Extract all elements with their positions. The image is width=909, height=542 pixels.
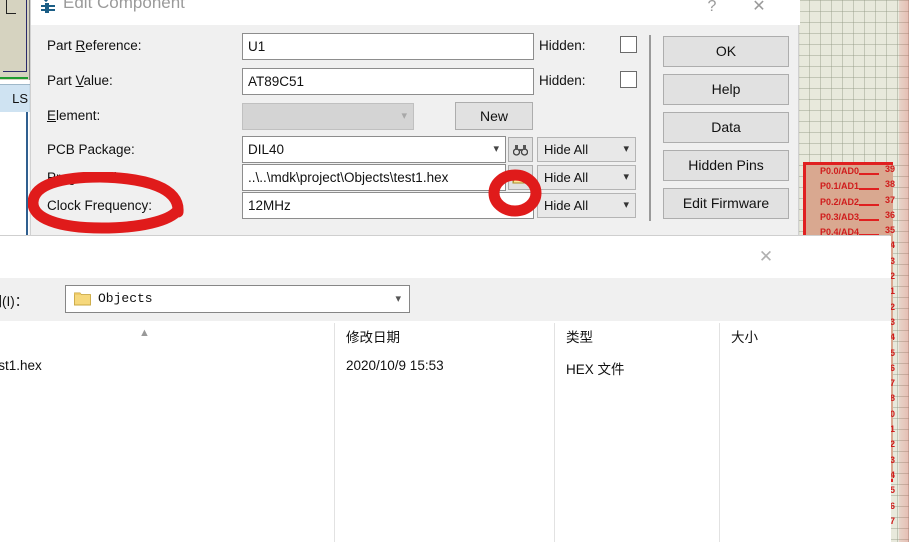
pin-number: 38: [884, 179, 895, 190]
edit-firmware-button[interactable]: Edit Firmware: [663, 188, 789, 219]
pin-number: 39: [884, 164, 895, 174]
part-reference-input[interactable]: U1: [242, 33, 534, 60]
file-row-modified: 2020/10/9 15:53: [346, 358, 444, 373]
pin-name: P0.2/AD2: [819, 196, 859, 207]
open-folder-icon: [512, 173, 529, 183]
column-divider: [554, 323, 555, 542]
chevron-down-icon: ▾: [493, 143, 499, 155]
preview-green-line: [0, 77, 28, 79]
program-file-label: Program File:: [47, 170, 129, 185]
clock-frequency-label: Clock Frequency:: [47, 198, 153, 213]
folder-icon: [74, 291, 91, 306]
edit-component-dialog: Edit Component ? ✕ Part Reference: U1 Hi…: [30, 0, 800, 241]
part-reference-hidden-label: Hidden:: [539, 38, 586, 53]
edit-component-title: Edit Component: [63, 0, 185, 12]
close-icon[interactable]: ✕: [751, 247, 781, 269]
preview-trace: [6, 0, 16, 14]
binoculars-icon: [513, 144, 528, 156]
pcb-package-search-button[interactable]: [508, 137, 533, 162]
part-reference-hidden-checkbox[interactable]: [620, 36, 637, 53]
pcb-package-label: PCB Package:: [47, 142, 135, 157]
part-value-hidden-label: Hidden:: [539, 73, 586, 88]
pin-row: P0.0/AD0 39: [803, 164, 895, 181]
pin-number: 35: [884, 225, 895, 236]
column-header-modified[interactable]: 修改日期: [346, 321, 400, 354]
left-tab-label[interactable]: LS: [0, 84, 30, 112]
program-file-browse-button[interactable]: [508, 165, 533, 190]
pin-name: P0.0/AD0: [819, 166, 859, 176]
pin-lead: [859, 218, 879, 221]
clock-frequency-input[interactable]: 12MHz: [242, 192, 534, 219]
chevron-down-icon[interactable]: ▾: [395, 286, 401, 312]
hidden-pins-button[interactable]: Hidden Pins: [663, 150, 789, 181]
chevron-down-icon: ▾: [623, 171, 629, 183]
new-button[interactable]: New: [455, 102, 533, 130]
look-in-label: 范围(I)：: [0, 294, 29, 309]
edit-component-body: Part Reference: U1 Hidden: Part Value: A…: [31, 25, 800, 241]
screenshot-root: P0.0/AD0 39 P0.1/AD1 38 P0.2/AD2 37 P0.3/AD3 36…: [0, 0, 909, 542]
select-file-titlebar: ct File Name ✕: [0, 236, 891, 278]
pin-number: 37: [884, 194, 895, 205]
part-value-hidden-checkbox[interactable]: [620, 71, 637, 88]
look-in-row: 范围(I)： Objects ▾: [0, 278, 891, 349]
part-value-input[interactable]: AT89C51: [242, 68, 534, 95]
sort-ascending-icon: ▲: [139, 327, 150, 339]
program-file-visibility-combo[interactable]: Hide All ▾: [537, 165, 636, 190]
pin-name: P0.3/AD3: [819, 211, 859, 222]
left-list-pane: [0, 112, 28, 300]
part-value-label: Part Value:: [47, 73, 113, 88]
element-label: Element:: [47, 108, 101, 123]
chevron-down-icon: ▾: [623, 143, 629, 155]
file-list-pane: 名称 ▲ 修改日期 类型 大小 test1.hex 2020/10/9 15:5…: [0, 321, 891, 542]
column-divider: [334, 323, 335, 542]
element-combo[interactable]: ▾: [242, 103, 414, 130]
look-in-value: Objects: [98, 291, 153, 306]
pin-lead: [859, 203, 879, 206]
program-file-input[interactable]: ..\..\mdk\project\Objects\test1.hex: [242, 164, 506, 191]
chevron-down-icon: ▾: [623, 199, 629, 211]
vertical-separator: [649, 35, 651, 221]
look-in-combo[interactable]: Objects ▾: [65, 285, 410, 313]
close-icon[interactable]: ✕: [744, 0, 774, 20]
clock-frequency-visibility-combo[interactable]: Hide All ▾: [537, 193, 636, 218]
select-file-dialog: ct File Name ✕ 范围(I)： Objects ▾: [0, 235, 891, 542]
pin-name: P0.1/AD1: [819, 181, 859, 192]
column-header-size[interactable]: 大小: [731, 321, 758, 354]
column-divider: [719, 323, 720, 542]
file-row-type: HEX 文件: [566, 362, 625, 377]
pin-lead: [859, 188, 879, 191]
part-reference-label: Part Reference:: [47, 38, 142, 53]
pin-row: P0.2/AD2 37: [803, 194, 895, 212]
column-header-type[interactable]: 类型: [566, 321, 593, 354]
help-button[interactable]: Help: [663, 74, 789, 105]
chevron-down-icon: ▾: [401, 110, 407, 122]
pcb-package-combo[interactable]: DIL40 ▾: [242, 136, 506, 163]
file-row-name[interactable]: test1.hex: [0, 358, 42, 373]
edit-component-titlebar: Edit Component ? ✕: [31, 0, 800, 25]
component-icon: [37, 0, 59, 14]
pin-number: 36: [884, 209, 895, 220]
preview-pane: [0, 0, 30, 80]
pin-lead: [859, 173, 879, 175]
schematic-right-band: [899, 0, 909, 542]
help-question-icon[interactable]: ?: [700, 0, 724, 20]
ok-button[interactable]: OK: [663, 36, 789, 67]
pin-row: P0.1/AD1 38: [803, 179, 895, 196]
pin-row: P0.3/AD3 36: [803, 209, 895, 227]
data-button[interactable]: Data: [663, 112, 789, 143]
pcb-package-visibility-combo[interactable]: Hide All ▾: [537, 137, 636, 162]
